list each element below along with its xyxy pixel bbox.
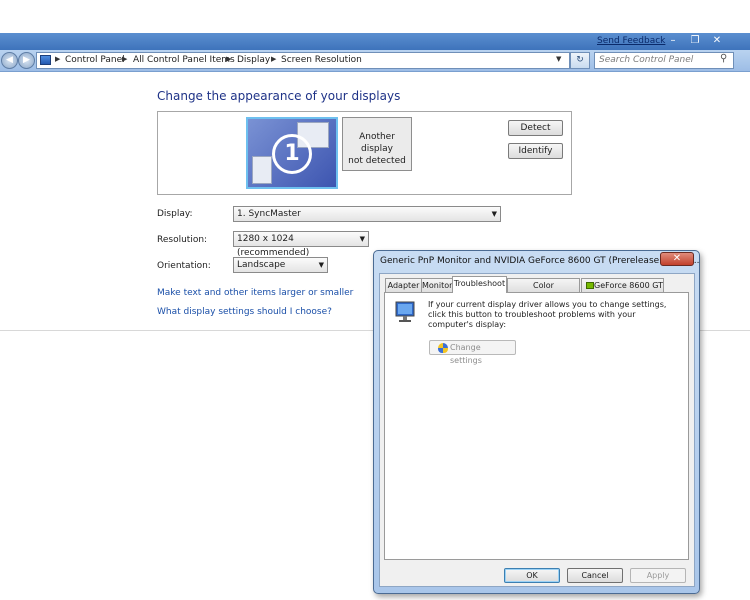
- forward-button[interactable]: ▶: [18, 52, 35, 69]
- ok-button[interactable]: OK: [504, 568, 560, 583]
- resolution-select[interactable]: 1280 x 1024 (recommended) ▼: [233, 231, 369, 258]
- monitor-icon: [395, 301, 415, 323]
- page-title: Change the appearance of your displays: [157, 89, 401, 103]
- maximize-button[interactable]: ❐: [684, 34, 706, 48]
- shield-icon: [438, 343, 448, 353]
- monitor-2-tile[interactable]: Another display not detected: [342, 117, 412, 171]
- orientation-value: Landscape: [237, 260, 286, 270]
- orientation-select[interactable]: Landscape ▼: [233, 257, 328, 273]
- identify-button[interactable]: Identify: [508, 143, 563, 159]
- chevron-down-icon: ▼: [491, 210, 497, 218]
- display-value: 1. SyncMaster: [237, 209, 301, 219]
- monitor-2-text: not detected: [348, 156, 406, 166]
- screen-resolution-window: Send Feedback – ❐ ✕ ◀ ▶ ▶ Control Panel …: [0, 0, 750, 600]
- dialog-title: Generic PnP Monitor and NVIDIA GeForce 8…: [380, 256, 700, 266]
- orientation-label: Orientation:: [157, 261, 211, 271]
- geforce-label: GeForce 8600 GT: [594, 281, 664, 290]
- breadcrumb-display[interactable]: Display: [237, 55, 270, 65]
- breadcrumb-screen-resolution[interactable]: Screen Resolution: [281, 55, 362, 65]
- display-help-link[interactable]: What display settings should I choose?: [157, 307, 332, 317]
- breadcrumb-all-items[interactable]: All Control Panel Items: [133, 55, 235, 65]
- back-button[interactable]: ◀: [1, 52, 18, 69]
- send-feedback-link[interactable]: Send Feedback: [597, 36, 665, 46]
- detect-button[interactable]: Detect: [508, 120, 563, 136]
- troubleshoot-description: If your current display driver allows yo…: [428, 300, 667, 329]
- display-select[interactable]: 1. SyncMaster ▼: [233, 206, 501, 222]
- minimize-button[interactable]: –: [662, 34, 684, 48]
- troubleshoot-panel: [384, 292, 689, 560]
- search-icon[interactable]: ⚲: [720, 53, 727, 64]
- cancel-button[interactable]: Cancel: [567, 568, 623, 583]
- chevron-down-icon: ▼: [359, 235, 365, 243]
- apply-button[interactable]: Apply: [630, 568, 686, 583]
- tab-color-management[interactable]: Color Management: [507, 278, 580, 303]
- breadcrumb-chevron-icon[interactable]: ▶: [55, 55, 60, 63]
- chevron-down-icon: ▼: [318, 261, 324, 269]
- tab-troubleshoot[interactable]: Troubleshoot: [452, 276, 507, 293]
- breadcrumb-chevron-icon[interactable]: ▶: [271, 55, 276, 63]
- address-dropdown-icon[interactable]: ▼: [556, 55, 561, 63]
- breadcrumb-chevron-icon[interactable]: ▶: [122, 55, 127, 63]
- nvidia-icon: [586, 282, 594, 289]
- control-panel-icon: [40, 55, 51, 65]
- monitor-1-number: 1: [272, 134, 312, 174]
- dialog-close-button[interactable]: ✕: [660, 252, 694, 266]
- tab-adapter[interactable]: Adapter: [385, 278, 422, 292]
- resolution-value: 1280 x 1024 (recommended): [237, 234, 310, 258]
- text-size-link[interactable]: Make text and other items larger or smal…: [157, 288, 353, 298]
- monitor-2-text: Another display: [359, 132, 395, 154]
- tab-monitor[interactable]: Monitor: [421, 278, 453, 292]
- breadcrumb-chevron-icon[interactable]: ▶: [226, 55, 231, 63]
- display-label: Display:: [157, 209, 193, 219]
- monitor-1-window-shape: [252, 156, 272, 184]
- close-button[interactable]: ✕: [706, 34, 728, 48]
- refresh-button[interactable]: ↻: [570, 52, 590, 69]
- resolution-label: Resolution:: [157, 235, 208, 245]
- search-placeholder: Search Control Panel: [599, 55, 694, 65]
- breadcrumb-control-panel[interactable]: Control Panel: [65, 55, 125, 65]
